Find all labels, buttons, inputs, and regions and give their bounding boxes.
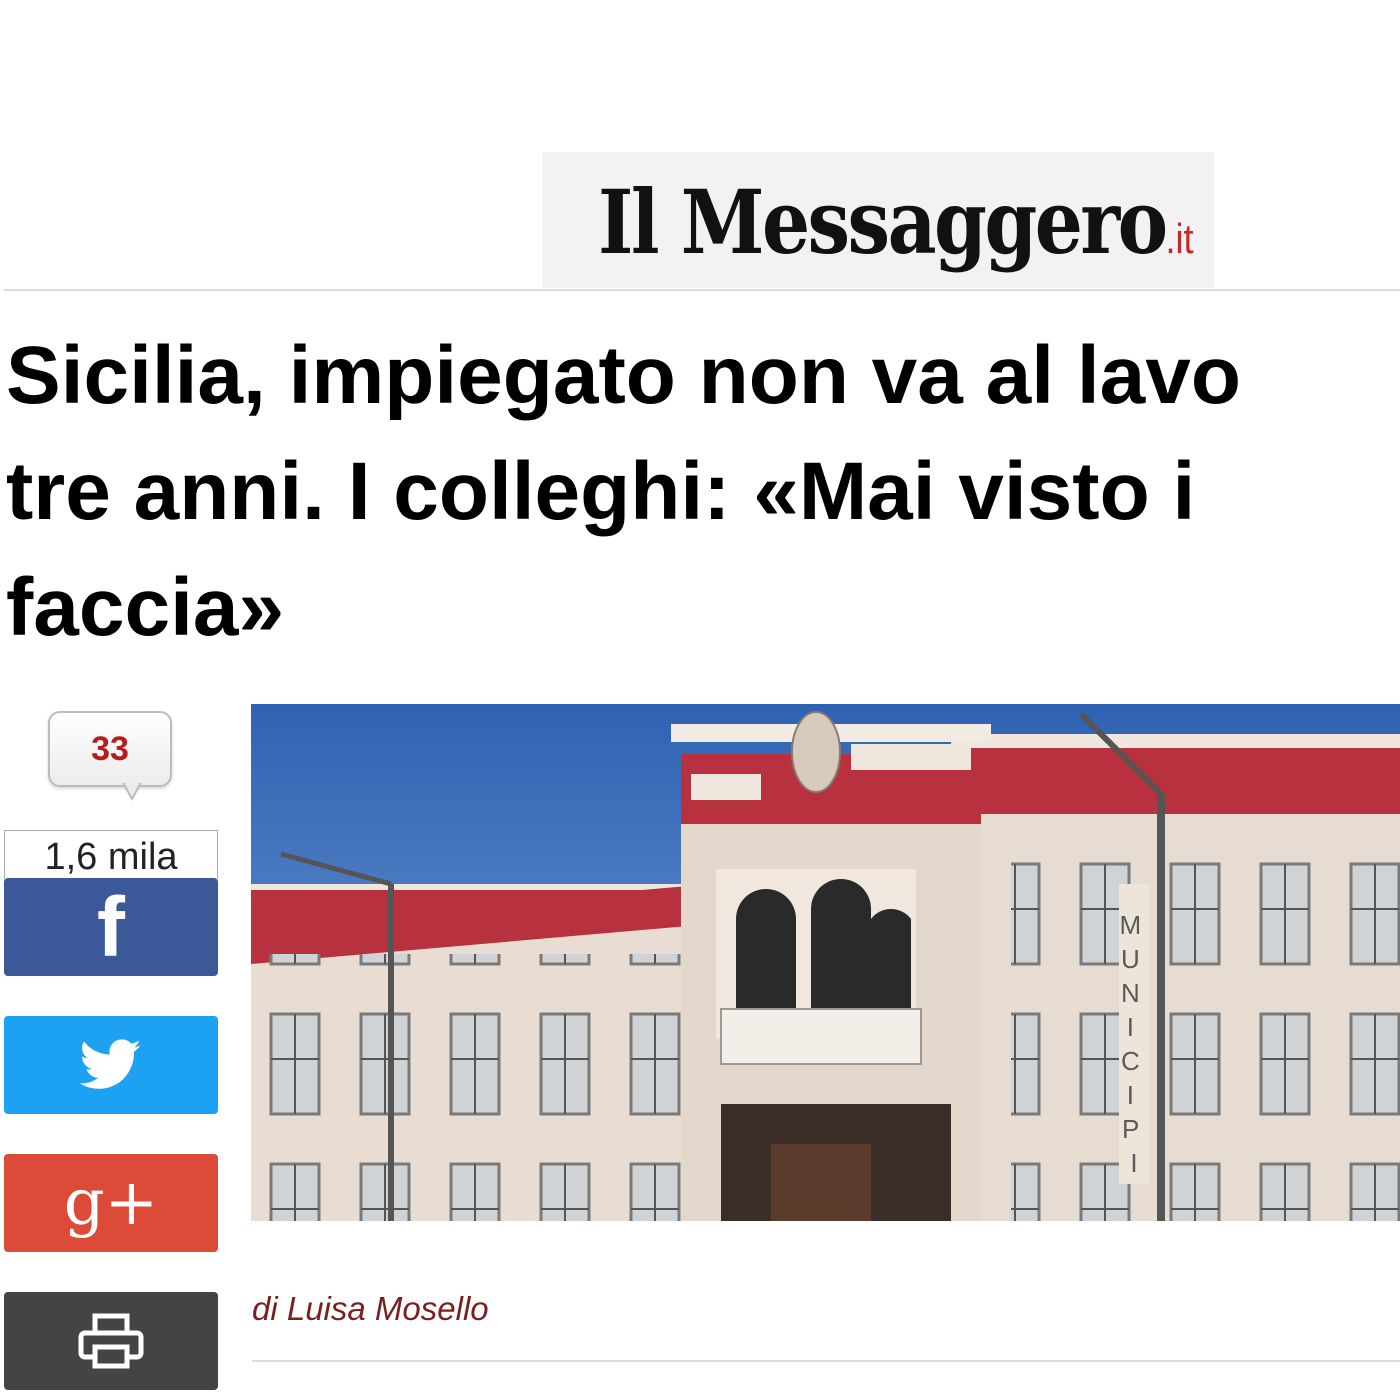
header-divider bbox=[4, 289, 1400, 291]
google-plus-icon: g+ bbox=[63, 1166, 159, 1240]
brand-logo-text: Il Messaggero.it bbox=[598, 170, 1194, 274]
facebook-share-button[interactable]: f bbox=[4, 878, 218, 976]
printer-icon bbox=[78, 1313, 144, 1369]
article-photo: M U N I C I P I bbox=[251, 704, 1400, 1221]
brand-tld: .it bbox=[1165, 215, 1194, 262]
town-hall-building-image: M U N I C I P I bbox=[251, 704, 1400, 1221]
headline-line: faccia» bbox=[6, 562, 285, 653]
headline-line: Sicilia, impiegato non va al lavo bbox=[6, 330, 1241, 421]
headline-line: tre anni. I colleghi: «Mai visto i bbox=[6, 446, 1196, 537]
comment-count-button[interactable]: 33 bbox=[48, 711, 172, 787]
speech-bubble-tail bbox=[124, 782, 140, 797]
print-button[interactable] bbox=[4, 1292, 218, 1390]
masthead-logo[interactable]: Il Messaggero.it bbox=[542, 152, 1214, 288]
twitter-share-button[interactable] bbox=[4, 1016, 218, 1114]
share-count: 1,6 mila bbox=[4, 830, 218, 879]
article-byline[interactable]: di Luisa Mosello bbox=[252, 1290, 489, 1328]
article-headline: Sicilia, impiegato non va al lavo tre an… bbox=[6, 318, 1400, 666]
twitter-bird-icon bbox=[80, 1039, 141, 1089]
google-plus-share-button[interactable]: g+ bbox=[4, 1154, 218, 1252]
facebook-icon: f bbox=[97, 880, 125, 974]
byline-divider bbox=[252, 1360, 1400, 1362]
